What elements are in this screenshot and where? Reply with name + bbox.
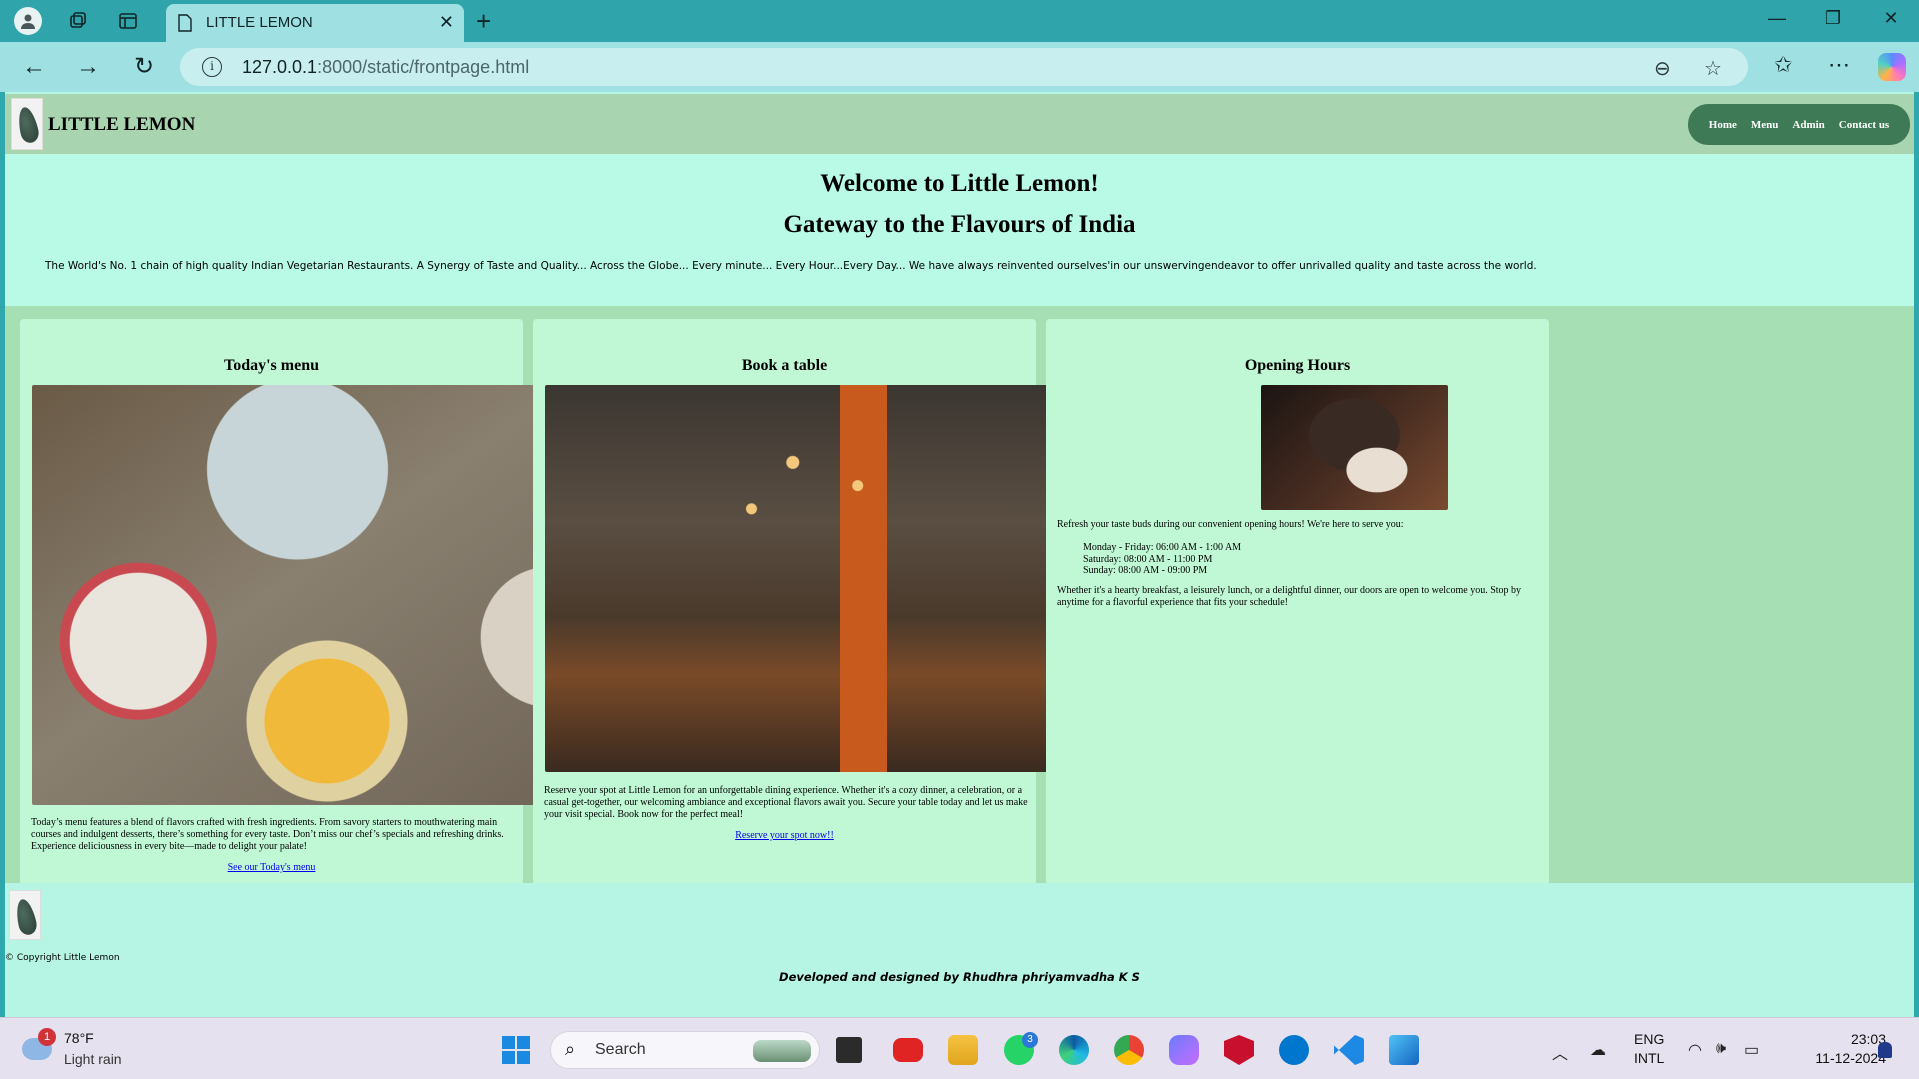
leaf-icon — [13, 897, 39, 937]
weather-temperature[interactable]: 78°F — [64, 1030, 94, 1046]
hours-intro: Refresh your taste buds during our conve… — [1057, 519, 1404, 530]
hours-saturday: Saturday: 08:00 AM - 11:00 PM — [1083, 553, 1213, 565]
menu-card-title: Today's menu — [224, 357, 319, 374]
back-icon[interactable]: ← — [18, 52, 50, 82]
show-hidden-icons[interactable]: ︿ — [1552, 1040, 1568, 1064]
forward-icon[interactable]: → — [72, 52, 104, 82]
zoom-icon[interactable]: ⊖ — [1654, 56, 1671, 81]
weather-condition[interactable]: Light rain — [64, 1051, 122, 1067]
tab-actions-icon[interactable] — [114, 7, 142, 35]
start-windows-icon[interactable] — [502, 1036, 530, 1064]
site-logo[interactable] — [11, 98, 43, 150]
search-highlight-image — [753, 1040, 811, 1062]
edge-icon[interactable] — [1059, 1035, 1089, 1065]
search-label: Search — [595, 1041, 646, 1058]
vscode-icon[interactable] — [1334, 1035, 1364, 1065]
taskbar-search[interactable]: ⌕ Search — [550, 1031, 820, 1069]
developer-credit: Developed and designed by Rhudhra phriya… — [779, 970, 1140, 984]
copilot-app-icon[interactable] — [1169, 1035, 1199, 1065]
hours-sunday: Sunday: 08:00 AM - 09:00 PM — [1083, 565, 1208, 576]
notification-bell-icon[interactable] — [1878, 1042, 1892, 1058]
cards-section: Today's menu Today’s menu features a ble… — [5, 306, 1914, 885]
copilot-icon[interactable] — [1878, 53, 1906, 81]
favorite-star-icon[interactable]: ☆ — [1704, 56, 1722, 81]
book-card-title: Book a table — [741, 357, 828, 374]
address-bar[interactable]: i 127.0.0.1:8000/static/frontpage.html ⊖… — [180, 48, 1748, 86]
hours-list: Monday - Friday: 06:00 AM - 1:00 AM Satu… — [1083, 542, 1241, 577]
close-window-icon[interactable]: ✕ — [1876, 8, 1906, 29]
browser-toolbar: ← → ↻ i 127.0.0.1:8000/static/frontpage.… — [0, 42, 1919, 92]
footer-logo — [9, 890, 41, 940]
see-menu-link[interactable]: See our Today's menu — [20, 862, 523, 873]
main-nav: Home Menu Admin Contact us — [1688, 104, 1910, 145]
nav-menu[interactable]: Menu — [1751, 119, 1779, 131]
hours-weekday: Monday - Friday: 06:00 AM - 1:00 AM — [1083, 542, 1242, 553]
site-info-icon[interactable]: i — [202, 57, 222, 77]
battery-icon[interactable]: ▭ — [1744, 1040, 1759, 1060]
browser-tab-active[interactable]: LITTLE LEMON ✕ — [166, 4, 464, 42]
language-indicator[interactable]: ENG INTL — [1634, 1030, 1664, 1068]
new-tab-icon[interactable]: + — [476, 6, 491, 37]
waiter-image — [1261, 385, 1448, 510]
menu-card: Today's menu Today’s menu features a ble… — [20, 319, 622, 885]
volume-icon[interactable]: 🕪 — [1716, 1040, 1726, 1058]
chrome-icon[interactable] — [1114, 1035, 1144, 1065]
hero-text: The World's No. 1 chain of high quality … — [45, 260, 1537, 272]
system-clock[interactable]: 23:03 11-12-2024 — [1786, 1030, 1886, 1068]
nav-home[interactable]: Home — [1709, 119, 1737, 131]
tab-title: LITTLE LEMON — [206, 14, 313, 31]
hours-card: Opening Hours Refresh your taste buds du… — [1046, 319, 1549, 885]
hero-subtitle: Gateway to the Flavours of India — [783, 211, 1136, 238]
weather-alert-badge: 1 — [38, 1028, 56, 1046]
book-card: Book a table Reserve your spot at Little… — [533, 319, 1135, 885]
leaf-icon — [15, 105, 41, 145]
browser-titlebar: LITTLE LEMON ✕ + — ❐ ✕ — [0, 0, 1919, 42]
site-header: LITTLE LEMON Home Menu Admin Contact us — [5, 94, 1914, 154]
hero-section: Welcome to Little Lemon! Gateway to the … — [5, 154, 1914, 306]
photos-icon[interactable] — [1389, 1035, 1419, 1065]
dell-icon[interactable] — [1279, 1035, 1309, 1065]
page-viewport: LITTLE LEMON Home Menu Admin Contact us … — [5, 92, 1914, 1017]
reload-icon[interactable]: ↻ — [128, 52, 160, 82]
favorites-icon[interactable]: ✩ — [1774, 52, 1792, 78]
mcafee-icon[interactable] — [1224, 1035, 1254, 1065]
restore-icon[interactable]: ❐ — [1818, 8, 1848, 29]
hours-card-title: Opening Hours — [1244, 357, 1351, 374]
copyright-text: © Copyright Little Lemon — [5, 953, 120, 963]
workspaces-icon[interactable] — [64, 7, 92, 35]
hours-outro: Whether it's a hearty breakfast, a leisu… — [1057, 585, 1522, 608]
youtube-icon[interactable] — [893, 1038, 923, 1062]
more-menu-icon[interactable]: ⋯ — [1828, 52, 1850, 78]
site-footer: © Copyright Little Lemon Developed and d… — [5, 883, 1914, 1017]
menu-card-text: Today’s menu features a blend of flavors… — [31, 817, 504, 852]
task-view-icon[interactable] — [836, 1037, 862, 1063]
nav-contact[interactable]: Contact us — [1839, 119, 1889, 131]
book-card-text: Reserve your spot at Little Lemon for an… — [544, 785, 1028, 820]
profile-icon[interactable] — [14, 7, 42, 35]
close-tab-icon[interactable]: ✕ — [439, 12, 454, 33]
wifi-icon[interactable]: ◠ — [1688, 1040, 1702, 1060]
nav-admin[interactable]: Admin — [1792, 119, 1824, 131]
hero-title: Welcome to Little Lemon! — [820, 170, 1099, 197]
windows-taskbar: 1 78°F Light rain ⌕ Search 3 ︿ ☁ ENG INT… — [0, 1017, 1919, 1079]
whatsapp-badge: 3 — [1022, 1032, 1038, 1048]
file-explorer-icon[interactable] — [948, 1035, 978, 1065]
page-icon — [178, 14, 192, 37]
search-icon: ⌕ — [565, 1039, 576, 1059]
onedrive-icon[interactable]: ☁ — [1590, 1040, 1606, 1060]
brand-name: LITTLE LEMON — [48, 114, 196, 135]
url-text[interactable]: 127.0.0.1:8000/static/frontpage.html — [242, 57, 529, 78]
reserve-link[interactable]: Reserve your spot now!! — [533, 830, 1036, 841]
minimize-icon[interactable]: — — [1762, 8, 1792, 29]
